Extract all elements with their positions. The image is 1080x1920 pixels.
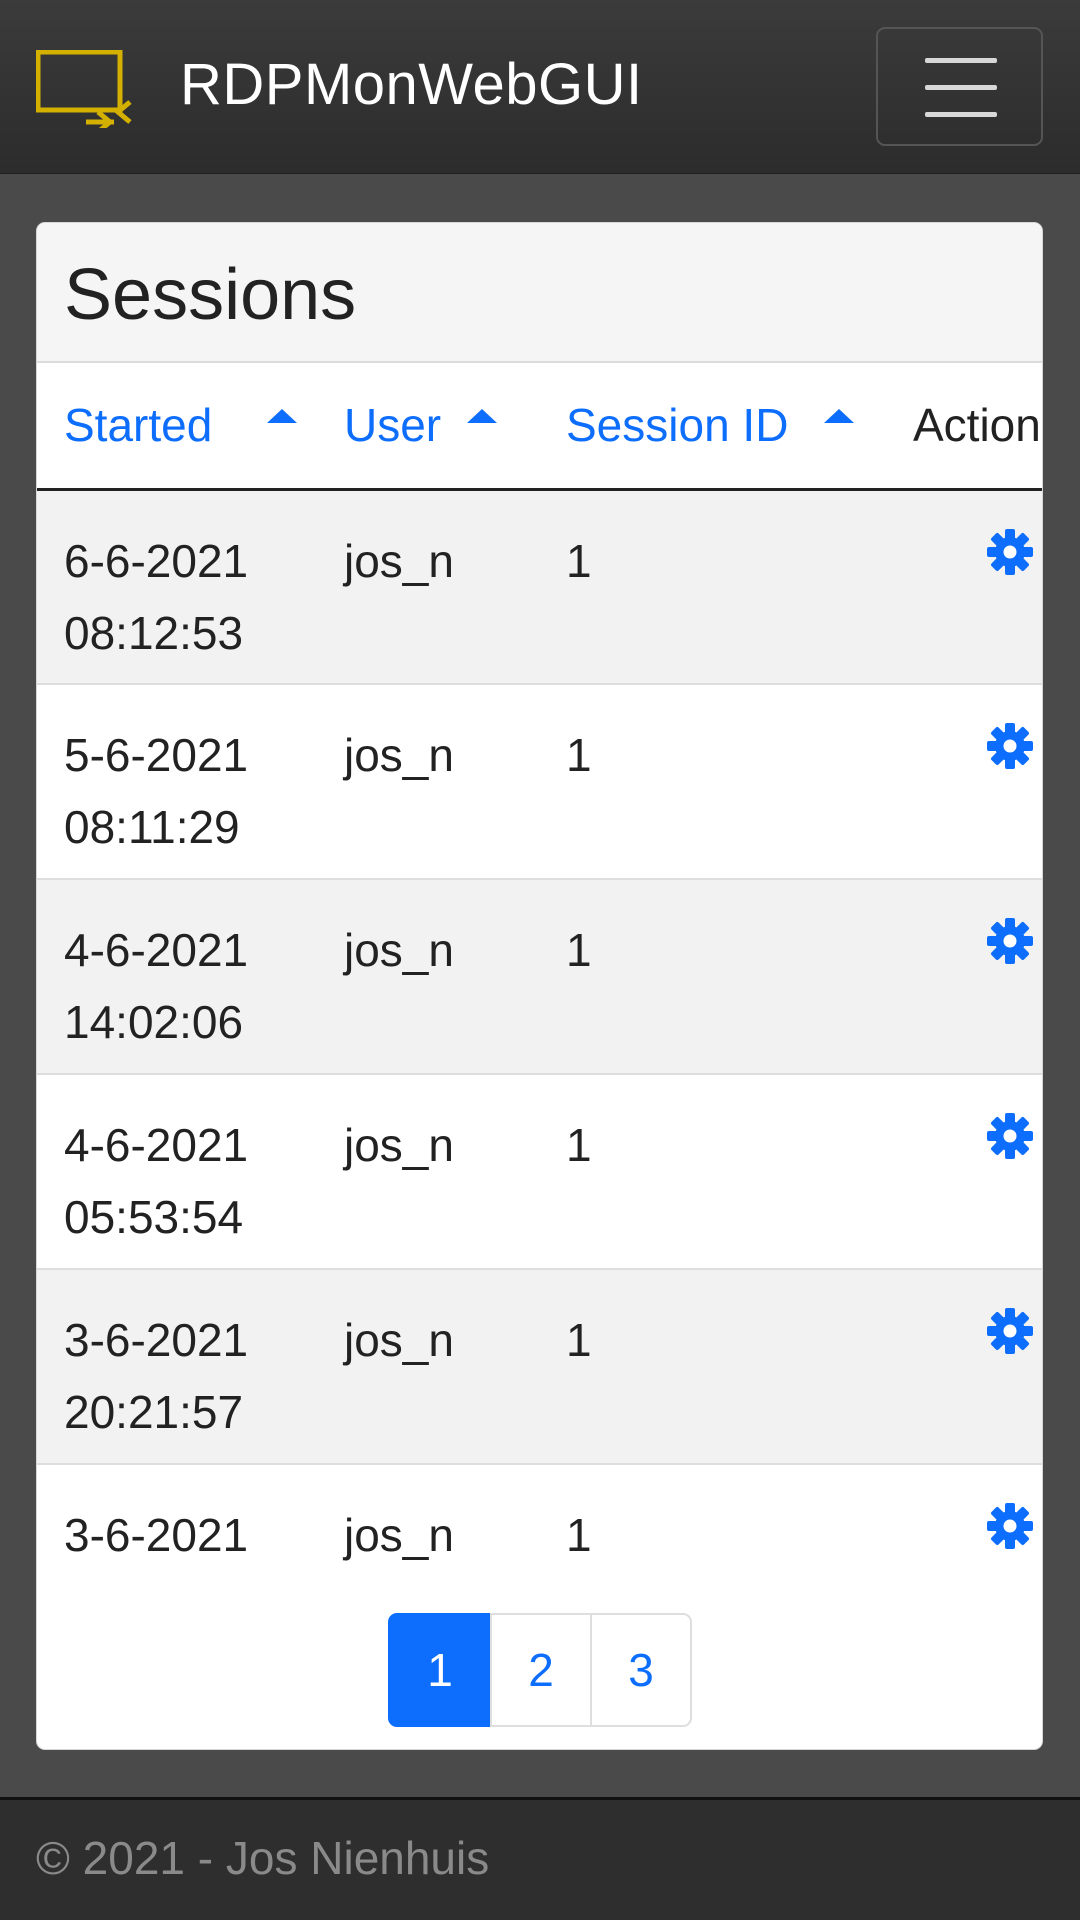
sessions-table-container[interactable]: Started User Session ID Action 6-6-2021 … [37,363,1042,1588]
started-date: 6-6-2021 [64,534,249,587]
started-time: 08:11:29 [64,801,240,853]
gear-icon[interactable] [985,527,1035,577]
column-header-started[interactable]: Started [37,363,317,491]
started-date: 5-6-2021 [64,729,249,781]
column-header-label: Started [64,399,213,452]
table-row: 3-6-2021 16:25:49 jos_n 1 [37,1464,1042,1588]
table-row: 4-6-2021 05:53:54 jos_n 1 [37,1074,1042,1269]
started-date: 4-6-2021 [64,924,249,976]
cell-session-id: 1 [566,1119,592,1171]
column-header-user[interactable]: User [317,363,539,491]
table-row: 3-6-2021 20:21:57 jos_n 1 [37,1269,1042,1464]
cell-session-id: 1 [566,729,592,781]
remote-desktop-icon[interactable] [36,50,132,128]
cell-action [889,1269,1042,1464]
table-header-row: Started User Session ID Action [37,363,1042,491]
started-date: 4-6-2021 [64,1119,249,1171]
hamburger-menu-icon [925,58,997,63]
cell-action [889,489,1042,684]
cell-session-id: 1 [566,1509,592,1561]
navbar: RDPMonWebGUI [0,0,1080,174]
cell-session-id: 1 [566,924,592,976]
cell-started: 6-6-2021 08:12:53 [37,489,317,684]
started-time: 14:02:06 [64,996,244,1048]
cell-action [889,1464,1042,1588]
menu-toggle-button[interactable] [876,27,1043,146]
table-row: 5-6-2021 08:11:29 jos_n 1 [37,684,1042,879]
started-time: 08:12:53 [64,606,244,659]
column-header-label: Session ID [566,399,789,452]
cell-user: jos_n [344,729,454,781]
gear-icon[interactable] [985,721,1035,771]
cell-started: 4-6-2021 05:53:54 [37,1074,317,1269]
page-link-1[interactable]: 1 [388,1613,492,1727]
table-row: 6-6-2021 08:12:53 jos_n 1 [37,489,1042,684]
gear-icon[interactable] [985,1111,1035,1161]
sort-ascending-icon [824,409,854,423]
cell-started: 5-6-2021 08:11:29 [37,684,317,879]
sessions-card: Sessions Started User Session ID Action … [36,222,1043,1750]
pagination: 1 2 3 [388,1613,692,1727]
cell-started: 4-6-2021 14:02:06 [37,879,317,1074]
cell-action [889,879,1042,1074]
started-date: 3-6-2021 [64,1509,249,1561]
started-date: 3-6-2021 [64,1314,249,1366]
card-header: Sessions [37,223,1042,363]
cell-user: jos_n [344,1509,454,1561]
table-row: 4-6-2021 14:02:06 jos_n 1 [37,879,1042,1074]
cell-user: jos_n [344,1119,454,1171]
cell-user: jos_n [344,924,454,976]
cell-action [889,1074,1042,1269]
cell-action [889,684,1042,879]
gear-icon[interactable] [985,916,1035,966]
started-time: 16:25:49 [64,1571,317,1588]
sort-ascending-icon [267,409,297,423]
column-header-action: Action [889,363,1042,491]
page-link-2[interactable]: 2 [490,1613,592,1727]
sessions-table: Started User Session ID Action 6-6-2021 … [37,363,1042,1588]
page-title: Sessions [64,255,357,335]
column-header-label: Action [913,399,1041,452]
footer: © 2021 - Jos Nienhuis [0,1797,1080,1920]
gear-icon[interactable] [985,1501,1035,1551]
cell-user: jos_n [344,1314,454,1366]
started-time: 20:21:57 [64,1386,244,1438]
column-header-label: User [344,399,442,452]
started-time: 05:53:54 [64,1191,244,1243]
sort-ascending-icon [467,409,497,423]
cell-started: 3-6-2021 20:21:57 [37,1269,317,1464]
gear-icon[interactable] [985,1306,1035,1356]
cell-session-id: 1 [566,1314,592,1366]
cell-user: jos_n [344,534,454,587]
footer-copyright: © 2021 - Jos Nienhuis [36,1832,490,1884]
column-header-session-id[interactable]: Session ID [539,363,889,491]
cell-started: 3-6-2021 16:25:49 [37,1464,317,1588]
brand-name[interactable]: RDPMonWebGUI [180,50,643,120]
cell-session-id: 1 [566,534,592,587]
page-link-3[interactable]: 3 [590,1613,692,1727]
